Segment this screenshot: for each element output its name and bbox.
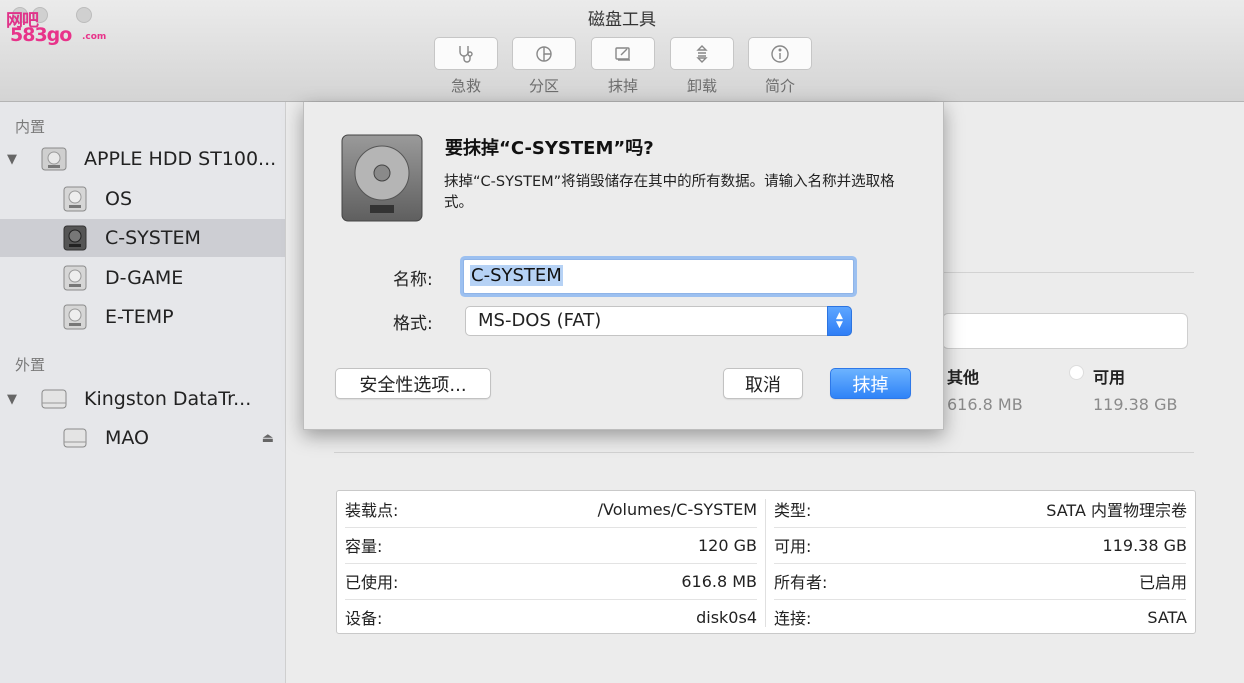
info-row-connection: 连接: SATA bbox=[766, 599, 1195, 635]
usage-available-value: 119.38 GB bbox=[1093, 395, 1178, 414]
security-options-button[interactable]: 安全性选项... bbox=[335, 368, 491, 399]
volume-icon bbox=[63, 265, 87, 291]
info-value: SATA 内置物理宗卷 bbox=[1046, 501, 1187, 520]
info-value: 120 GB bbox=[698, 535, 757, 555]
sidebar-item-label: E-TEMP bbox=[105, 306, 174, 328]
unmount-tool[interactable]: 卸载 bbox=[670, 37, 734, 96]
internal-section-label: 内置 bbox=[15, 118, 46, 136]
info-key: 连接: bbox=[774, 609, 812, 628]
eject-icon[interactable]: ⏏ bbox=[262, 431, 274, 446]
format-select-value: MS-DOS (FAT) bbox=[478, 310, 602, 331]
info-value: disk0s4 bbox=[696, 607, 757, 627]
usage-other-value: 616.8 MB bbox=[947, 395, 1023, 414]
name-field-value: C-SYSTEM bbox=[470, 265, 563, 286]
external-disk-icon bbox=[41, 389, 67, 409]
sidebar-item-label: MAO bbox=[105, 427, 150, 449]
sidebar-item-e-temp[interactable]: E-TEMP bbox=[0, 298, 285, 336]
info-key: 所有者: bbox=[774, 573, 828, 592]
window-title: 磁盘工具 bbox=[588, 10, 656, 30]
info-row-device: 设备: disk0s4 bbox=[337, 599, 765, 635]
sidebar-item-label: APPLE HDD ST100... bbox=[84, 148, 277, 170]
sidebar-item-c-system[interactable]: C-SYSTEM bbox=[0, 219, 285, 257]
info-table: 装载点: /Volumes/C-SYSTEM 类型: SATA 内置物理宗卷 容… bbox=[336, 490, 1196, 634]
erase-toolbar-button[interactable] bbox=[591, 37, 655, 70]
erase-icon bbox=[615, 46, 630, 61]
partition-button[interactable] bbox=[512, 37, 576, 70]
format-select[interactable]: MS-DOS (FAT) ▲ ▼ bbox=[465, 306, 852, 336]
info-row-used: 已使用: 616.8 MB bbox=[337, 563, 765, 599]
info-key: 容量: bbox=[345, 537, 383, 556]
disclosure-triangle-icon[interactable]: ▼ bbox=[7, 152, 17, 167]
pie-chart-icon bbox=[536, 45, 552, 62]
available-legend-dot bbox=[1069, 365, 1084, 380]
disclosure-triangle-icon[interactable]: ▼ bbox=[7, 392, 17, 407]
dialog-title: 要抹掉“C-SYSTEM”吗? bbox=[445, 138, 654, 159]
external-volume-icon bbox=[63, 428, 87, 448]
info-key: 装载点: bbox=[345, 501, 399, 520]
hard-disk-icon bbox=[341, 134, 423, 222]
name-field[interactable]: C-SYSTEM bbox=[463, 259, 854, 294]
erase-tool[interactable]: 抹掉 bbox=[591, 37, 655, 96]
info-value: 已启用 bbox=[1138, 573, 1187, 592]
unmount-icon bbox=[696, 44, 708, 63]
sidebar-item-mao[interactable]: MAO ⏏ bbox=[0, 419, 285, 457]
sidebar-item-label: Kingston DataTr... bbox=[84, 388, 252, 410]
name-label: 名称: bbox=[393, 270, 433, 290]
info-key: 可用: bbox=[774, 537, 812, 556]
info-tool[interactable]: 简介 bbox=[748, 37, 812, 96]
sidebar-item-external-disk[interactable]: ▼ Kingston DataTr... bbox=[0, 380, 285, 418]
info-value: /Volumes/C-SYSTEM bbox=[597, 499, 757, 519]
info-value: 616.8 MB bbox=[681, 571, 757, 591]
info-label: 简介 bbox=[764, 77, 795, 95]
partition-label: 分区 bbox=[528, 77, 559, 95]
sidebar-item-label: OS bbox=[105, 188, 133, 210]
first-aid-button[interactable] bbox=[434, 37, 498, 70]
info-button[interactable] bbox=[748, 37, 812, 70]
first-aid-label: 急救 bbox=[450, 77, 481, 95]
sidebar-item-internal-disk[interactable]: ▼ APPLE HDD ST100... bbox=[0, 140, 285, 178]
sidebar-item-label: C-SYSTEM bbox=[105, 227, 201, 249]
info-value: 119.38 GB bbox=[1102, 535, 1187, 555]
sidebar: 内置 ▼ APPLE HDD ST100... OS C-SYSTEM D-GA… bbox=[0, 102, 286, 683]
info-row-capacity: 容量: 120 GB bbox=[337, 527, 765, 563]
divider bbox=[942, 272, 1194, 273]
stethoscope-icon bbox=[459, 45, 473, 63]
cancel-button[interactable]: 取消 bbox=[723, 368, 803, 399]
info-row-available: 可用: 119.38 GB bbox=[766, 527, 1195, 563]
info-key: 设备: bbox=[345, 609, 383, 628]
info-value: SATA bbox=[1147, 607, 1187, 627]
volume-icon bbox=[63, 225, 87, 251]
first-aid-tool[interactable]: 急救 bbox=[434, 37, 498, 96]
sidebar-item-os[interactable]: OS bbox=[0, 180, 285, 218]
format-label: 格式: bbox=[393, 314, 433, 334]
erase-toolbar-label: 抹掉 bbox=[607, 77, 638, 95]
title-bar: 网吧 583go .com 磁盘工具 急救 分区 抹掉 卸载 简介 bbox=[0, 0, 1244, 102]
partition-tool[interactable]: 分区 bbox=[512, 37, 576, 96]
usage-available-label: 可用 bbox=[1093, 368, 1126, 387]
info-icon bbox=[771, 44, 789, 63]
unmount-button[interactable] bbox=[670, 37, 734, 70]
watermark-text-3: .com bbox=[82, 32, 107, 42]
info-row-owners: 所有者: 已启用 bbox=[766, 563, 1195, 599]
volume-icon bbox=[63, 186, 87, 212]
info-row-mount-point: 装载点: /Volumes/C-SYSTEM bbox=[337, 491, 765, 527]
erase-dialog: 要抹掉“C-SYSTEM”吗? 抹掉“C-SYSTEM”将销毁储存在其中的所有数… bbox=[303, 102, 944, 430]
hard-disk-icon bbox=[41, 147, 67, 171]
divider bbox=[334, 452, 1194, 453]
sidebar-item-d-game[interactable]: D-GAME bbox=[0, 259, 285, 297]
usage-other-label: 其他 bbox=[947, 368, 980, 387]
dialog-message: 抹掉“C-SYSTEM”将销毁储存在其中的所有数据。请输入名称并选取格式。 bbox=[444, 174, 895, 211]
erase-button[interactable]: 抹掉 bbox=[830, 368, 911, 399]
unmount-label: 卸载 bbox=[686, 77, 717, 95]
sidebar-item-label: D-GAME bbox=[105, 267, 184, 289]
volume-icon bbox=[63, 304, 87, 330]
external-section-label: 外置 bbox=[15, 356, 46, 374]
info-row-type: 类型: SATA 内置物理宗卷 bbox=[766, 491, 1195, 527]
info-key: 已使用: bbox=[345, 573, 399, 592]
info-key: 类型: bbox=[774, 501, 812, 520]
usage-bar bbox=[942, 313, 1188, 349]
select-stepper-icon[interactable]: ▲ ▼ bbox=[827, 306, 852, 336]
